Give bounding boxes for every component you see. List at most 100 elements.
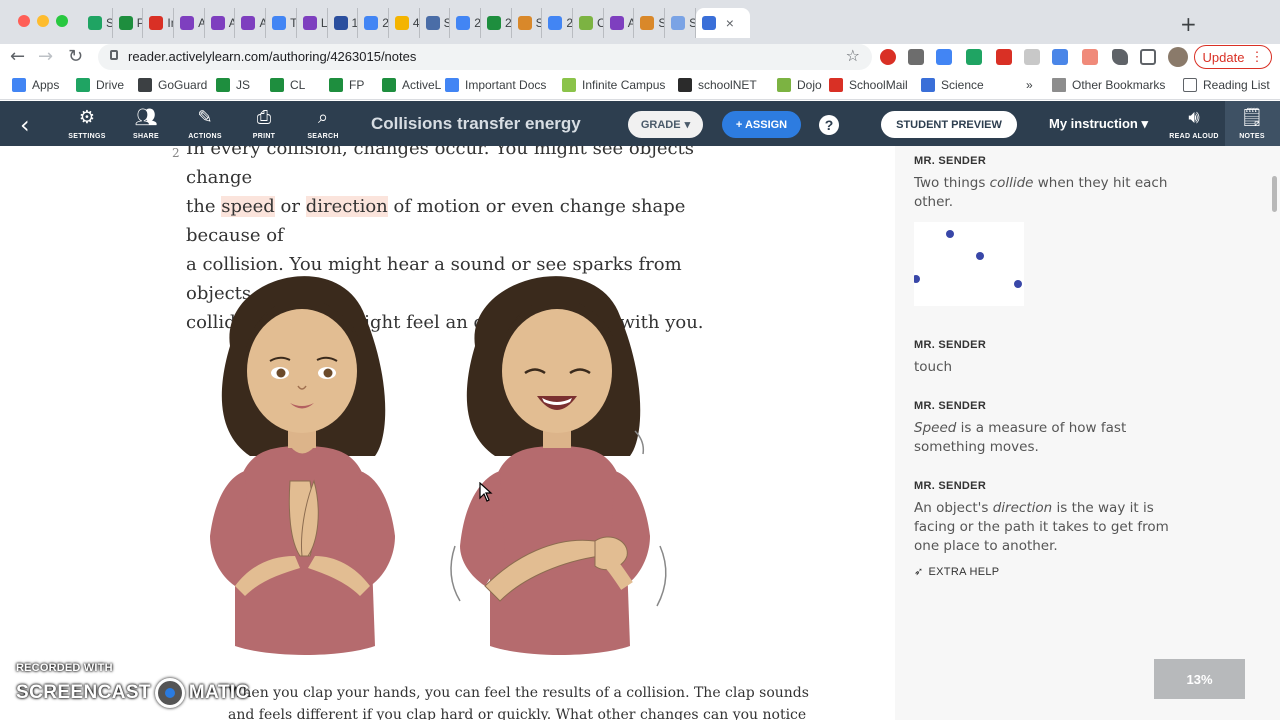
tab-label: 21. bbox=[566, 16, 573, 30]
instruction-dropdown[interactable]: My instruction ▾ bbox=[1049, 116, 1148, 132]
browser-tab[interactable]: 21. bbox=[481, 8, 512, 38]
browser-tab[interactable]: Cla bbox=[573, 8, 604, 38]
browser-tab[interactable]: Stu bbox=[82, 8, 113, 38]
new-tab-button[interactable]: + bbox=[1180, 12, 1197, 36]
girl-before-clap bbox=[210, 276, 395, 655]
close-window-button[interactable] bbox=[18, 15, 30, 27]
translate-extension-icon[interactable] bbox=[1052, 49, 1068, 65]
note-item[interactable]: MR. SENDER Speed is a measure of how fas… bbox=[914, 400, 1184, 457]
close-tab-icon[interactable]: × bbox=[726, 15, 734, 31]
active-browser-tab[interactable]: × bbox=[695, 8, 750, 38]
browser-tab[interactable]: Inb bbox=[143, 8, 175, 38]
back-arrow-icon[interactable]: ← bbox=[10, 46, 25, 67]
print-button[interactable]: ⎙ PRINT bbox=[237, 107, 291, 140]
note-item[interactable]: MR. SENDER touch bbox=[914, 339, 1184, 377]
extension-icon[interactable] bbox=[1082, 49, 1098, 65]
browser-tab[interactable]: Scl bbox=[420, 8, 451, 38]
browser-tab[interactable]: Act bbox=[205, 8, 236, 38]
bookmark-item[interactable]: CL bbox=[270, 78, 305, 92]
extra-help-link[interactable]: ➶ EXTRA HELP bbox=[914, 565, 999, 579]
paragraph-line: When you clap your hands, you can feel t… bbox=[228, 685, 809, 701]
drive-extension-icon[interactable] bbox=[966, 49, 982, 65]
bookmark-item[interactable]: GoGuard bbox=[138, 78, 207, 92]
slides-icon bbox=[394, 16, 409, 30]
minimize-window-button[interactable] bbox=[37, 15, 49, 27]
gmail-icon bbox=[149, 16, 164, 30]
grade-dropdown[interactable]: GRADE ▾ bbox=[628, 111, 703, 138]
vocab-word-direction[interactable]: direction bbox=[305, 196, 388, 217]
browser-tab[interactable]: 21. bbox=[358, 8, 389, 38]
browser-tab[interactable]: Act bbox=[174, 8, 205, 38]
extension-icon[interactable] bbox=[996, 49, 1012, 65]
note-item[interactable]: MR. SENDER Two things collide when they … bbox=[914, 155, 1184, 212]
cast-icon[interactable] bbox=[1140, 49, 1156, 65]
browser-tab[interactable]: Par bbox=[113, 8, 144, 38]
browser-tab[interactable]: Sig bbox=[512, 8, 543, 38]
browser-tab[interactable]: Tod bbox=[266, 8, 297, 38]
classroom-icon bbox=[329, 78, 343, 92]
bookmark-item[interactable]: Dojo bbox=[777, 78, 822, 92]
zoom-window-button[interactable] bbox=[56, 15, 68, 27]
note-body: An object's direction is the way it is f… bbox=[914, 500, 1169, 554]
browser-tab[interactable]: Act bbox=[604, 8, 635, 38]
read-aloud-button[interactable]: 🔊︎ READ ALOUD bbox=[1167, 107, 1221, 140]
bookmark-item[interactable]: JS bbox=[216, 78, 250, 92]
browser-tab[interactable]: Sig bbox=[634, 8, 666, 38]
search-button[interactable]: ⌕ SEARCH bbox=[296, 107, 350, 140]
chevron-left-icon[interactable]: ‹ bbox=[20, 111, 30, 139]
browser-tab[interactable]: Act bbox=[235, 8, 267, 38]
bookmark-item[interactable]: Science bbox=[921, 78, 984, 92]
browser-tab[interactable]: 21. bbox=[450, 8, 481, 38]
drive-icon bbox=[88, 16, 102, 30]
bookmark-item[interactable]: schoolNET bbox=[678, 78, 757, 92]
reload-icon[interactable]: ↻ bbox=[68, 46, 83, 67]
browser-tab[interactable]: Lur bbox=[297, 8, 328, 38]
tool-label: PRINT bbox=[252, 133, 276, 140]
bookmark-item[interactable]: Apps bbox=[12, 78, 59, 92]
note-item[interactable]: MR. SENDER An object's direction is the … bbox=[914, 480, 1184, 556]
help-icon[interactable]: ? bbox=[819, 115, 839, 135]
notes-scrollbar[interactable] bbox=[1272, 176, 1277, 212]
update-button[interactable]: Update ⋮ bbox=[1194, 45, 1272, 69]
bookmark-item[interactable]: Drive bbox=[76, 78, 124, 92]
assign-button[interactable]: + ASSIGN bbox=[722, 111, 801, 138]
reading-list-button[interactable]: Reading List bbox=[1183, 78, 1270, 92]
bookmark-item[interactable]: FP bbox=[329, 78, 364, 92]
bookmark-item[interactable]: ActiveL bbox=[382, 78, 441, 92]
browser-tab[interactable]: Sci bbox=[665, 8, 696, 38]
forward-arrow-icon[interactable]: → bbox=[38, 46, 53, 67]
bookmark-item[interactable]: Important Docs bbox=[445, 78, 546, 92]
notes-button[interactable]: 🗒︎ NOTES bbox=[1225, 107, 1279, 140]
browser-tab[interactable]: 21. bbox=[542, 8, 573, 38]
bookmark-item[interactable]: SchoolMail bbox=[829, 78, 908, 92]
actions-button[interactable]: ✎ ACTIONS bbox=[178, 107, 232, 140]
extension-icon[interactable] bbox=[908, 49, 924, 65]
url-text: reader.activelylearn.com/authoring/42630… bbox=[128, 49, 417, 64]
docs-icon bbox=[272, 16, 287, 30]
tab-label: Act bbox=[259, 16, 265, 30]
profile-avatar[interactable] bbox=[1168, 47, 1188, 67]
actively-learn-icon bbox=[241, 16, 256, 30]
extension-icon[interactable] bbox=[936, 49, 952, 65]
other-bookmarks-folder[interactable]: Other Bookmarks bbox=[1052, 78, 1165, 92]
share-button[interactable]: 👥︎ SHARE bbox=[119, 107, 173, 140]
clapping-girl-illustration bbox=[210, 276, 667, 655]
browser-tab[interactable]: 4. bbox=[389, 8, 420, 38]
student-preview-button[interactable]: STUDENT PREVIEW bbox=[881, 111, 1017, 138]
bookmarks-overflow-button[interactable]: » bbox=[1026, 78, 1033, 92]
url-field[interactable]: reader.activelylearn.com/authoring/42630… bbox=[98, 44, 872, 70]
search-icon: ⌕ bbox=[317, 107, 329, 128]
extension-icon[interactable] bbox=[1024, 49, 1040, 65]
settings-button[interactable]: ⚙ SETTINGS bbox=[60, 107, 114, 140]
notes-panel: MR. SENDER Two things collide when they … bbox=[895, 146, 1280, 720]
notes-tab[interactable]: 🗒︎ NOTES bbox=[1225, 101, 1280, 146]
puzzle-icon[interactable] bbox=[1112, 49, 1128, 65]
other-bookmarks-label: Other Bookmarks bbox=[1072, 78, 1166, 92]
bookmark-item[interactable]: Infinite Campus bbox=[562, 78, 665, 92]
sign-icon bbox=[640, 16, 655, 30]
bookmark-star-icon[interactable]: ☆ bbox=[846, 46, 860, 65]
tab-label: Par bbox=[137, 16, 143, 30]
adblock-extension-icon[interactable] bbox=[880, 49, 896, 65]
browser-tab[interactable]: 11. bbox=[328, 8, 359, 38]
vocab-word-speed[interactable]: speed bbox=[221, 196, 275, 217]
